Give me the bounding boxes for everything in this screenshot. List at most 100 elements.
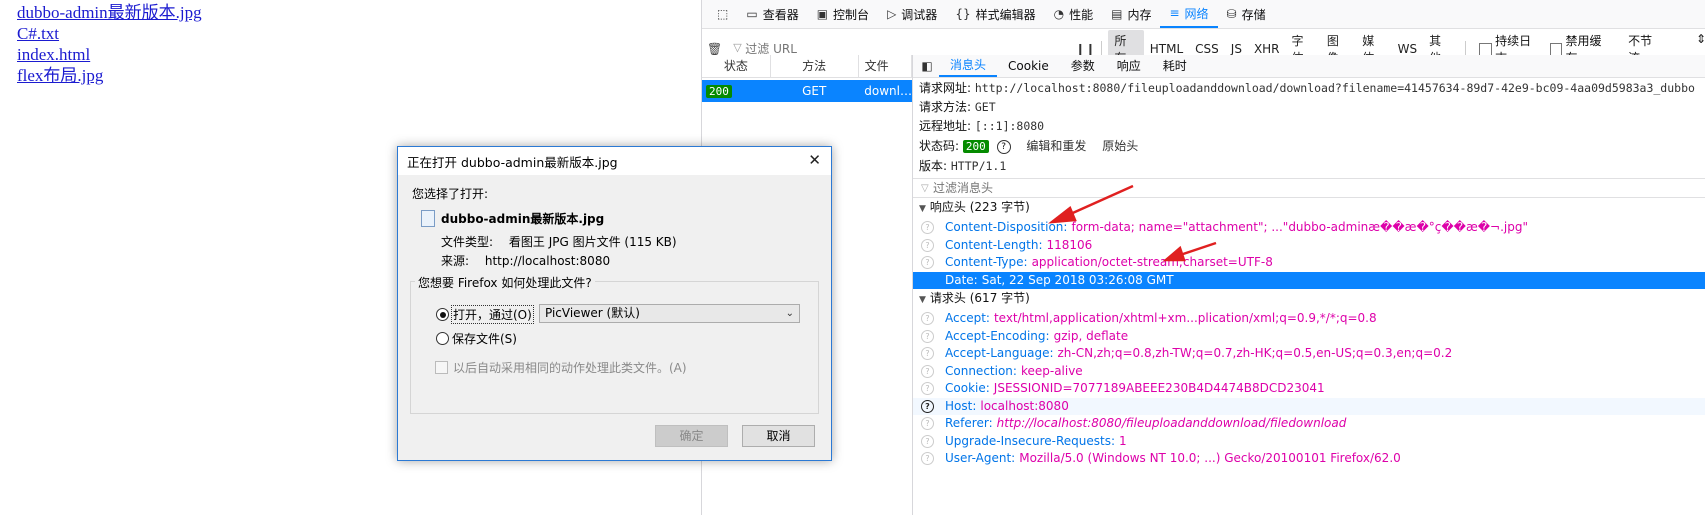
file-link[interactable]: index.html [17, 44, 202, 65]
header-row[interactable]: ? Upgrade-Insecure-Requests: 1 [913, 433, 1705, 451]
request-method: GET [802, 84, 827, 98]
headers-filter: ▽ [913, 178, 1705, 198]
header-row[interactable]: ? Host: localhost:8080 [913, 397, 1705, 415]
file-type-line: 文件类型: 看图王 JPG 图片文件 (115 KB) [441, 233, 677, 250]
header-value: Sat, 22 Sep 2018 03:26:08 GMT [981, 272, 1174, 287]
tool-storage[interactable]: ⛁ 存储 [1218, 0, 1275, 28]
tab-timings[interactable]: 耗时 [1152, 55, 1198, 77]
column-file[interactable]: 文件 [859, 55, 912, 77]
request-row[interactable]: 200 GET downl… [702, 80, 912, 102]
open-with-radio[interactable] [436, 308, 449, 321]
file-link[interactable]: flex布局.jpg [17, 65, 202, 86]
request-method-value: GET [974, 100, 996, 114]
help-icon[interactable]: ? [921, 382, 934, 396]
download-dialog: 正在打开 dubbo-admin最新版本.jpg ✕ 您选择了打开: dubbo… [397, 146, 832, 461]
file-name: dubbo-admin最新版本.jpg [441, 210, 604, 227]
request-details: ◧ 消息头 Cookie 参数 响应 耗时 请求网址: http://local… [913, 55, 1705, 515]
header-row[interactable]: ? Content-Disposition: form-data; name="at… [913, 219, 1705, 237]
help-icon[interactable]: ? [921, 417, 934, 431]
file-link[interactable]: dubbo-admin最新版本.jpg [17, 2, 202, 23]
file-type-label: 文件类型: [441, 235, 494, 249]
help-icon[interactable]: ? [921, 329, 934, 343]
help-icon[interactable]: ? [921, 434, 934, 448]
help-icon[interactable]: ? [921, 399, 934, 413]
header-value: 1 [1119, 433, 1127, 448]
file-type-value: 看图王 JPG 图片文件 (115 KB) [508, 235, 677, 249]
tool-network[interactable]: ≡ 网络 [1160, 0, 1218, 28]
tool-performance[interactable]: ◔ 性能 [1045, 0, 1103, 28]
raw-headers-button[interactable]: 原始头 [1102, 139, 1138, 153]
tool-style-editor[interactable]: {} 样式编辑器 [946, 0, 1044, 28]
header-key: Cookie: [945, 381, 990, 395]
help-icon[interactable]: ? [921, 238, 934, 252]
tab-response[interactable]: 响应 [1106, 55, 1152, 77]
help-icon[interactable]: ? [921, 347, 934, 361]
summary-method: 请求方法: GET [913, 98, 1705, 117]
open-with-label[interactable]: 打开，通过(O) [451, 305, 534, 324]
help-icon[interactable]: ? [921, 452, 934, 466]
tab-cookies[interactable]: Cookie [997, 55, 1060, 77]
storage-icon: ⛁ [1226, 7, 1237, 21]
column-status[interactable]: 状态 [702, 55, 771, 77]
header-key: User-Agent: [945, 451, 1016, 465]
edit-resend-button[interactable]: 编辑和重发 [1026, 139, 1086, 153]
help-icon[interactable]: ? [996, 139, 1011, 154]
tool-pick-element[interactable]: ⬚ [708, 0, 737, 28]
header-row[interactable]: ? Cookie: JSESSIONID=7077189ABEEE230B4D447… [913, 380, 1705, 398]
request-headers-title: 请求头 (617 字节) [929, 291, 1030, 305]
header-row[interactable]: ? Accept-Encoding: gzip, deflate [913, 328, 1705, 346]
help-icon[interactable]: ? [921, 221, 934, 235]
ok-button[interactable]: 确定 [655, 425, 728, 447]
tool-memory[interactable]: ▤ 内存 [1102, 0, 1160, 28]
help-icon[interactable]: ? [921, 256, 934, 270]
header-row[interactable]: ? Referer: http://localhost:8080/fileuploa… [913, 415, 1705, 433]
help-icon[interactable]: ? [921, 274, 934, 287]
request-url: http://localhost:8080/fileuploadanddownl… [974, 81, 1695, 95]
tool-debugger[interactable]: ▷ 调试器 [878, 0, 946, 28]
help-icon[interactable]: ? [921, 312, 934, 326]
file-link[interactable]: C#.txt [17, 23, 202, 44]
header-value: gzip, deflate [1053, 328, 1129, 343]
tool-label: 性能 [1069, 7, 1094, 22]
response-headers-toggle[interactable]: ▼ 响应头 (223 字节) [913, 198, 1705, 219]
header-row[interactable]: ? User-Agent: Mozilla/5.0 (Windows NT 10.0… [913, 450, 1705, 468]
close-icon[interactable]: ✕ [808, 151, 821, 169]
tab-params[interactable]: 参数 [1060, 55, 1106, 77]
clear-trash-icon[interactable]: 🗑 [702, 42, 727, 56]
pause-icon[interactable]: ❙❙ [1075, 42, 1095, 56]
request-file: downl… [864, 84, 912, 98]
header-value: localhost:8080 [980, 398, 1069, 413]
column-method[interactable]: 方法 [771, 55, 859, 77]
tool-inspector[interactable]: ▭ 查看器 [737, 0, 807, 28]
save-file-radio[interactable] [436, 332, 449, 345]
app-select[interactable]: PicViewer (默认) ⌄ [539, 304, 800, 323]
devtools-toolbar: ⬚ ▭ 查看器 ▣ 控制台 ▷ 调试器 {} 样式编辑器 ◔ 性能 ▤ 内存 ≡ 网络 ⛁ 存储 [702, 0, 1705, 29]
tab-headers[interactable]: 消息头 [939, 55, 998, 77]
header-row[interactable]: ? Content-Type: application/octet-stream;c… [913, 254, 1705, 272]
header-row[interactable]: ? Content-Length: 118106 [913, 237, 1705, 255]
headers-filter-input[interactable] [913, 180, 1335, 196]
request-list-header: 状态 方法 文件 [702, 55, 912, 78]
http-version: HTTP/1.1 [950, 159, 1007, 173]
sidebar-toggle-icon[interactable]: ◧ [919, 59, 935, 73]
header-key: Upgrade-Insecure-Requests: [945, 433, 1116, 448]
tool-console[interactable]: ▣ 控制台 [808, 0, 878, 28]
header-key: Referer: [945, 416, 993, 430]
auto-action-checkbox[interactable] [435, 361, 448, 374]
summary-label: 请求网址: [919, 81, 972, 95]
header-value: application/octet-stream;charset=UTF-8 [1031, 255, 1273, 269]
devtools-panel: ⬚ ▭ 查看器 ▣ 控制台 ▷ 调试器 {} 样式编辑器 ◔ 性能 ▤ 内存 ≡ 网络 ⛁ 存储… [701, 0, 1705, 515]
dialog-title: 正在打开 dubbo-admin最新版本.jpg [407, 154, 618, 170]
header-row[interactable]: ? Accept: text/html,application/xhtml+xm..… [913, 310, 1705, 328]
header-row[interactable]: ? Accept-Language: zh-CN,zh;q=0.8,zh-TW;q=… [913, 345, 1705, 363]
header-value: http://localhost:8080/fileuploadanddownl… [996, 416, 1347, 430]
request-status: 200 [706, 84, 734, 99]
request-headers-toggle[interactable]: ▼ 请求头 (617 字节) [913, 289, 1705, 310]
header-row[interactable]: ? Connection: keep-alive [913, 363, 1705, 381]
cancel-button[interactable]: 取消 [742, 425, 815, 447]
save-file-label[interactable]: 保存文件(S) [452, 330, 517, 347]
header-row[interactable]: ? Date:Sat, 22 Sep 2018 03:26:08 GMT [913, 271, 1705, 289]
help-icon[interactable]: ? [921, 364, 934, 378]
dialog-titlebar: 正在打开 dubbo-admin最新版本.jpg ✕ [398, 147, 831, 175]
triangle-down-icon: ▼ [919, 204, 926, 214]
